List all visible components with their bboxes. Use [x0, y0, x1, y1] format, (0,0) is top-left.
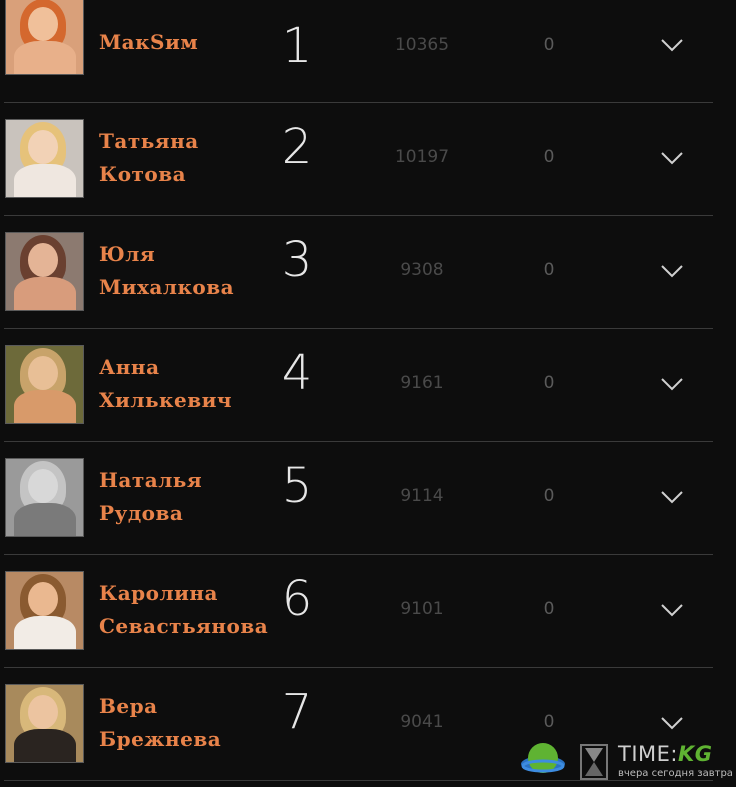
rank-number: 6	[281, 571, 313, 627]
extra-count: 0	[543, 373, 555, 393]
avatar[interactable]	[5, 345, 84, 424]
chevron-down-icon[interactable]	[658, 35, 686, 55]
person-name[interactable]: Наталья Рудова	[99, 464, 269, 530]
brand-name: TIME:KG	[618, 742, 713, 766]
vote-count: 10197	[394, 147, 450, 167]
avatar[interactable]	[5, 458, 84, 537]
chevron-down-icon[interactable]	[658, 487, 686, 507]
chevron-down-icon[interactable]	[658, 600, 686, 620]
person-name-line1: Каролина	[99, 581, 219, 605]
person-name[interactable]: Анна Хилькевич	[99, 351, 269, 417]
person-name[interactable]: Татьяна Котова	[99, 125, 269, 191]
person-name-line1: Наталья	[99, 468, 203, 492]
extra-count: 0	[543, 260, 555, 280]
extra-count: 0	[543, 599, 555, 619]
extra-count: 0	[543, 147, 555, 167]
hourglass-icon	[580, 744, 608, 780]
person-name-line1: Вера	[99, 694, 158, 718]
rank-number: 4	[281, 345, 313, 401]
list-item: Каролина Севастьянова 6 9101 0	[4, 555, 713, 668]
list-item: Татьяна Котова 2 10197 0	[4, 103, 713, 216]
rank-number: 3	[281, 232, 313, 288]
vote-count: 9161	[400, 373, 444, 393]
extra-count: 0	[543, 712, 555, 732]
person-name-line2: Севастьянова	[99, 614, 269, 638]
chevron-down-icon[interactable]	[658, 148, 686, 168]
rank-number: 2	[281, 119, 313, 175]
rating-list: МакSим 1 10365 0 Татьяна Котова 2 10197 …	[0, 0, 736, 787]
chevron-down-icon[interactable]	[658, 374, 686, 394]
list-item: Наталья Рудова 5 9114 0	[4, 442, 713, 555]
list-item: МакSим 1 10365 0	[4, 0, 713, 103]
rank-number: 5	[281, 458, 313, 514]
site-watermark: TIME:KG вчера сегодня завтра	[514, 734, 736, 787]
vote-count: 9041	[400, 712, 444, 732]
person-name[interactable]: Каролина Севастьянова	[99, 577, 269, 643]
person-name-line2: Брежнева	[99, 727, 222, 751]
extra-count: 0	[543, 486, 555, 506]
person-name[interactable]: Вера Брежнева	[99, 690, 269, 756]
extra-count: 0	[543, 35, 555, 55]
vote-count: 9308	[400, 260, 444, 280]
person-name-line2: Котова	[99, 162, 187, 186]
chevron-down-icon[interactable]	[658, 261, 686, 281]
person-name-line2: Хилькевич	[99, 388, 233, 412]
avatar[interactable]	[5, 0, 84, 75]
person-name-line2: Рудова	[99, 501, 184, 525]
avatar[interactable]	[5, 571, 84, 650]
person-name-line1: Татьяна	[99, 129, 199, 153]
avatar[interactable]	[5, 119, 84, 198]
person-name-line1: Анна	[99, 355, 160, 379]
brand-suffix: KG	[677, 742, 713, 766]
list-item: Анна Хилькевич 4 9161 0	[4, 329, 713, 442]
avatar[interactable]	[5, 232, 84, 311]
avatar[interactable]	[5, 684, 84, 763]
chevron-down-icon[interactable]	[658, 713, 686, 733]
rank-number: 7	[281, 684, 313, 740]
person-name[interactable]: Юля Михалкова	[99, 238, 269, 304]
vote-count: 9114	[400, 486, 444, 506]
globe-icon	[521, 743, 565, 773]
list-item: Юля Михалкова 3 9308 0	[4, 216, 713, 329]
vote-count: 9101	[400, 599, 444, 619]
vote-count: 10365	[394, 35, 450, 55]
person-name-line2: Михалкова	[99, 275, 235, 299]
rank-number: 1	[281, 18, 313, 74]
person-name-line1: МакSим	[99, 30, 199, 54]
person-name[interactable]: МакSим	[99, 26, 269, 59]
brand-prefix: TIME:	[618, 742, 678, 766]
brand-tagline: вчера сегодня завтра	[618, 768, 733, 779]
person-name-line1: Юля	[99, 242, 156, 266]
